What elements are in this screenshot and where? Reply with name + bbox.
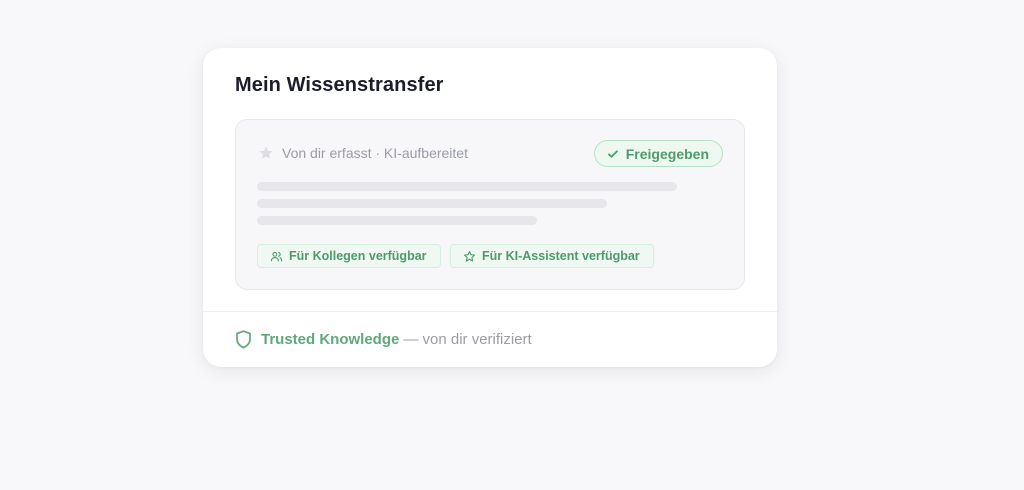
star-icon — [463, 250, 476, 263]
users-icon — [270, 250, 283, 263]
tag-ai-assistant-available: Für KI-Assistent verfügbar — [450, 244, 654, 268]
tag-label: Für KI-Assistent verfügbar — [482, 249, 640, 263]
content-placeholder-line — [257, 182, 677, 191]
status-badge: Freigegeben — [593, 140, 723, 167]
divider — [203, 311, 777, 312]
content-placeholder-line — [257, 216, 537, 225]
knowledge-entry: Von dir erfasst · KI-aufbereitet Freigeg… — [235, 119, 745, 290]
entry-meta: Von dir erfasst · KI-aufbereitet — [258, 145, 468, 161]
knowledge-card: Mein Wissenstransfer Von dir erfasst · K… — [203, 48, 777, 367]
tag-label: Für Kollegen verfügbar — [289, 249, 427, 263]
content-placeholder-line — [257, 199, 607, 208]
shield-icon — [235, 330, 252, 349]
trusted-knowledge-label: Trusted Knowledge — [261, 331, 400, 348]
check-icon — [607, 148, 619, 160]
verified-note: — von dir verifiziert — [403, 331, 532, 348]
status-badge-label: Freigegeben — [625, 145, 709, 162]
tag-colleagues-available: Für Kollegen verfügbar — [257, 244, 441, 268]
card-title: Mein Wissenstransfer — [235, 74, 444, 96]
trust-footer: Trusted Knowledge — von dir verifiziert — [235, 330, 532, 349]
entry-meta-text: Von dir erfasst · KI-aufbereitet — [282, 145, 468, 161]
star-icon — [258, 145, 274, 161]
